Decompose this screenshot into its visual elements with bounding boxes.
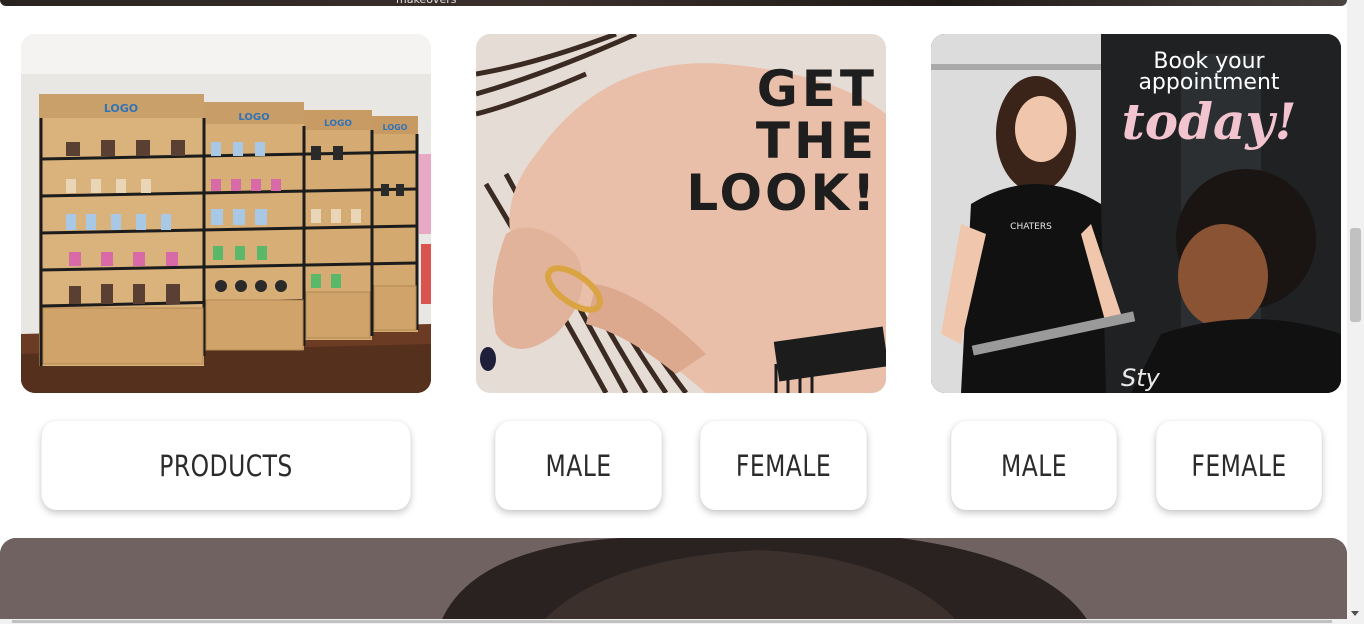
look-line-2: THE bbox=[756, 112, 878, 170]
horizontal-scrollbar-thumb[interactable] bbox=[12, 620, 1332, 623]
shelf-logo-3: LOGO bbox=[324, 119, 352, 129]
apron-text: CHATERS bbox=[1010, 222, 1052, 232]
look-male-button[interactable]: MALE bbox=[495, 421, 662, 510]
vertical-scrollbar[interactable] bbox=[1347, 0, 1364, 624]
look-female-button[interactable]: FEMALE bbox=[700, 421, 867, 510]
look-line-3: LOOK! bbox=[686, 164, 878, 222]
top-banner-image: makeovers bbox=[0, 0, 1347, 6]
look-line-1: GET bbox=[757, 60, 878, 118]
appointment-male-button[interactable]: MALE bbox=[951, 421, 1117, 510]
book-appointment-image[interactable]: CHATERS Sty Book your appointment today! bbox=[931, 34, 1341, 393]
shelf-logo-1: LOGO bbox=[104, 102, 138, 115]
shelf-logo-4: LOGO bbox=[383, 123, 408, 132]
banner-caption: makeovers bbox=[396, 0, 456, 6]
products-button[interactable]: PRODUCTS bbox=[41, 421, 411, 510]
cape-text: Sty bbox=[1121, 364, 1161, 392]
appointment-line-3: today! bbox=[1122, 92, 1297, 151]
get-the-look-image[interactable]: GET THE LOOK! bbox=[476, 34, 886, 393]
products-image[interactable]: LOGO LOGO LOGO LOGO bbox=[21, 34, 431, 393]
bottom-banner-image bbox=[0, 538, 1347, 624]
scrollbar-thumb[interactable] bbox=[1350, 228, 1361, 322]
appointment-female-button[interactable]: FEMALE bbox=[1156, 421, 1322, 510]
scroll-down-arrow-icon[interactable] bbox=[1351, 611, 1359, 616]
shelf-logo-2: LOGO bbox=[238, 112, 269, 123]
horizontal-scrollbar[interactable] bbox=[0, 619, 1347, 624]
